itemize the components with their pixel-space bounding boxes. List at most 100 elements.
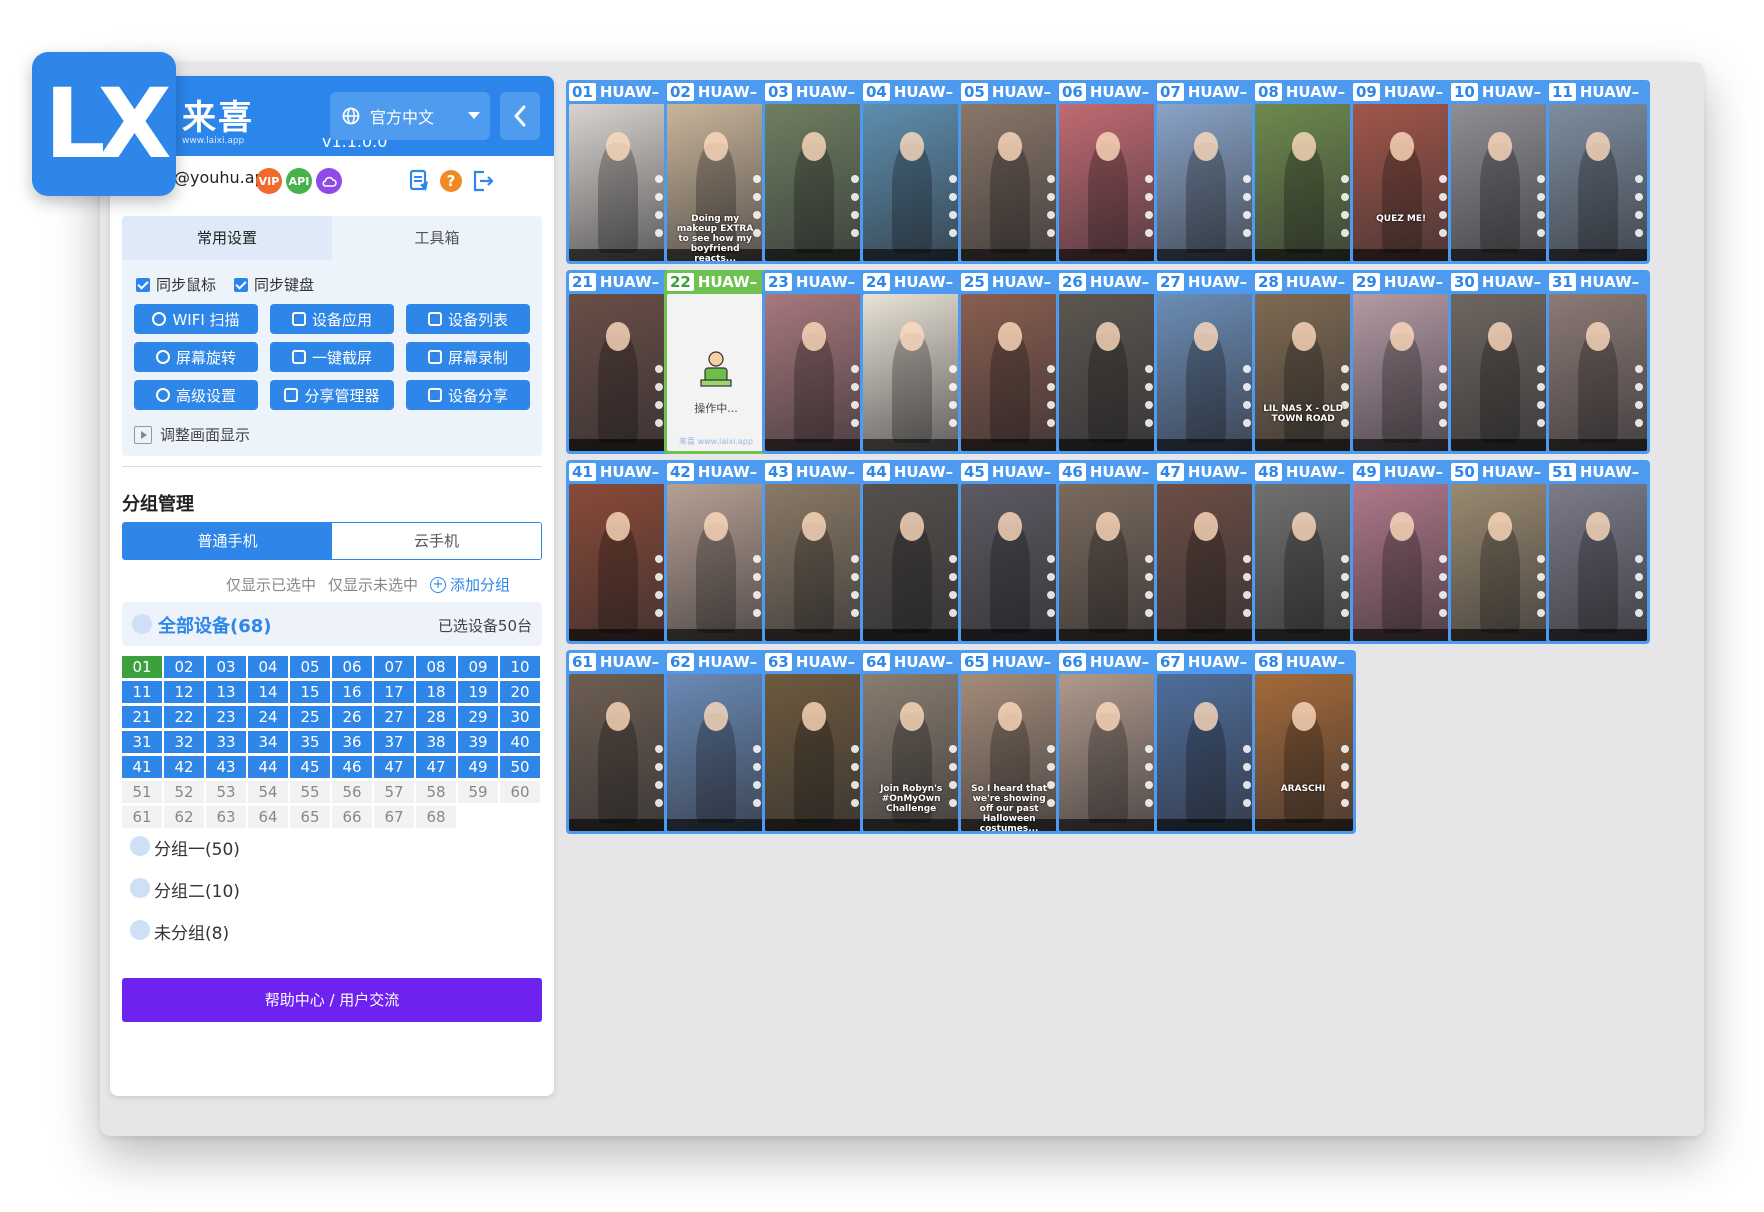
screen-record-button[interactable]: 屏幕录制 (406, 342, 530, 372)
device-screen[interactable]: 62 HUAW– (664, 650, 768, 834)
screen-preview[interactable]: Doing my makeup EXTRA to see how my boyf… (667, 104, 765, 261)
device-screen[interactable]: 46 HUAW– (1056, 460, 1160, 644)
device-number-cell[interactable]: 25 (290, 706, 330, 728)
api-badge-icon[interactable]: API (286, 168, 312, 194)
device-screen[interactable]: 07 HUAW– (1154, 80, 1258, 264)
device-number-cell[interactable]: 17 (374, 681, 414, 703)
device-number-cell[interactable]: 28 (416, 706, 456, 728)
device-number-cell[interactable]: 15 (290, 681, 330, 703)
device-number-cell[interactable]: 02 (164, 656, 204, 678)
logout-icon[interactable] (470, 168, 496, 194)
screen-preview[interactable] (1451, 104, 1549, 261)
radio-icon[interactable] (132, 614, 152, 634)
screen-preview[interactable] (863, 484, 961, 641)
device-number-cell[interactable]: 01 (122, 656, 162, 678)
screen-preview[interactable] (765, 484, 863, 641)
device-number-cell[interactable]: 20 (500, 681, 540, 703)
radio-icon[interactable] (130, 878, 150, 898)
screen-preview[interactable] (1353, 294, 1451, 451)
screen-preview[interactable] (1157, 294, 1255, 451)
device-number-cell[interactable]: 34 (248, 731, 288, 753)
device-number-cell[interactable]: 32 (164, 731, 204, 753)
device-screen[interactable]: 26 HUAW– (1056, 270, 1160, 454)
screen-preview[interactable] (765, 294, 863, 451)
device-number-cell[interactable]: 29 (458, 706, 498, 728)
device-number-cell[interactable]: 55 (290, 781, 330, 803)
device-screen[interactable]: 23 HUAW– (762, 270, 866, 454)
adjust-display-toggle[interactable]: 调整画面显示 (134, 424, 250, 445)
tab-cloud-phone[interactable]: 云手机 (332, 523, 541, 559)
device-number-cell[interactable]: 53 (206, 781, 246, 803)
device-screen[interactable]: 65 HUAW– So I heard that we're showing off… (958, 650, 1062, 834)
device-screen[interactable]: 50 HUAW– (1448, 460, 1552, 644)
device-screen[interactable]: 11 HUAW– (1546, 80, 1650, 264)
vip-badge-icon[interactable]: VIP (256, 168, 282, 194)
device-screen[interactable]: 31 HUAW– (1546, 270, 1650, 454)
collapse-sidebar-button[interactable] (500, 92, 540, 140)
device-number-cell[interactable]: 43 (206, 756, 246, 778)
screen-preview[interactable] (1157, 674, 1255, 831)
device-number-cell[interactable]: 16 (332, 681, 372, 703)
device-number-cell[interactable]: 26 (332, 706, 372, 728)
screen-preview[interactable] (569, 104, 667, 261)
device-number-cell[interactable]: 11 (122, 681, 162, 703)
screen-preview[interactable] (863, 294, 961, 451)
screen-preview[interactable] (1059, 484, 1157, 641)
device-number-cell[interactable]: 60 (500, 781, 540, 803)
tab-common-settings[interactable]: 常用设置 (122, 216, 332, 260)
device-number-cell[interactable]: 67 (374, 806, 414, 828)
device-number-cell[interactable]: 46 (332, 756, 372, 778)
device-number-cell[interactable]: 56 (332, 781, 372, 803)
screen-preview[interactable] (1549, 104, 1647, 261)
device-number-cell[interactable]: 52 (164, 781, 204, 803)
device-screen[interactable]: 08 HUAW– (1252, 80, 1356, 264)
screen-preview[interactable]: Join Robyn's #OnMyOwn Challenge (863, 674, 961, 831)
radio-icon[interactable] (130, 920, 150, 940)
device-number-cell[interactable]: 14 (248, 681, 288, 703)
screen-preview[interactable] (1255, 104, 1353, 261)
device-number-cell[interactable]: 42 (164, 756, 204, 778)
device-share-button[interactable]: 设备分享 (406, 380, 530, 410)
device-screen[interactable]: 61 HUAW– (566, 650, 670, 834)
device-screen[interactable]: 27 HUAW– (1154, 270, 1258, 454)
screen-preview[interactable] (1157, 484, 1255, 641)
device-number-cell[interactable]: 47 (374, 756, 414, 778)
screen-preview[interactable]: 操作中... 来喜 www.laixi.app (667, 294, 765, 451)
screenshot-button[interactable]: 一键截屏 (270, 342, 394, 372)
device-screen[interactable]: 22 HUAW– 操作中... 来喜 www.laixi.app (664, 270, 768, 454)
device-number-cell[interactable]: 47 (416, 756, 456, 778)
tab-normal-phone[interactable]: 普通手机 (123, 523, 332, 559)
device-number-cell[interactable]: 49 (458, 756, 498, 778)
device-number-cell[interactable]: 65 (290, 806, 330, 828)
screen-preview[interactable]: ARASCHI (1255, 674, 1353, 831)
device-number-cell[interactable]: 68 (416, 806, 456, 828)
device-number-cell[interactable]: 05 (290, 656, 330, 678)
device-number-cell[interactable]: 04 (248, 656, 288, 678)
sync-keyboard-checkbox[interactable]: 同步键盘 (234, 274, 314, 295)
device-number-cell[interactable]: 21 (122, 706, 162, 728)
cloud-icon[interactable] (316, 168, 342, 194)
rotate-screen-button[interactable]: 屏幕旋转 (134, 342, 258, 372)
screen-preview[interactable] (961, 104, 1059, 261)
device-screen[interactable]: 51 HUAW– (1546, 460, 1650, 644)
device-screen[interactable]: 43 HUAW– (762, 460, 866, 644)
screen-preview[interactable] (863, 104, 961, 261)
sync-mouse-checkbox[interactable]: 同步鼠标 (136, 274, 216, 295)
screen-preview[interactable] (1059, 104, 1157, 261)
device-screen[interactable]: 28 HUAW– LIL NAS X - OLD TOWN ROAD (1252, 270, 1356, 454)
device-number-cell[interactable]: 22 (164, 706, 204, 728)
all-devices-row[interactable]: 全部设备(68) 已选设备50台 (122, 602, 542, 646)
device-screen[interactable]: 42 HUAW– (664, 460, 768, 644)
screen-preview[interactable]: LIL NAS X - OLD TOWN ROAD (1255, 294, 1353, 451)
device-screen[interactable]: 06 HUAW– (1056, 80, 1160, 264)
device-number-cell[interactable]: 19 (458, 681, 498, 703)
device-number-cell[interactable]: 57 (374, 781, 414, 803)
device-number-cell[interactable]: 40 (500, 731, 540, 753)
device-number-cell[interactable]: 66 (332, 806, 372, 828)
device-number-cell[interactable]: 07 (374, 656, 414, 678)
device-number-cell[interactable]: 62 (164, 806, 204, 828)
device-number-cell[interactable]: 50 (500, 756, 540, 778)
device-number-cell[interactable]: 64 (248, 806, 288, 828)
device-screen[interactable]: 25 HUAW– (958, 270, 1062, 454)
device-number-cell[interactable]: 13 (206, 681, 246, 703)
